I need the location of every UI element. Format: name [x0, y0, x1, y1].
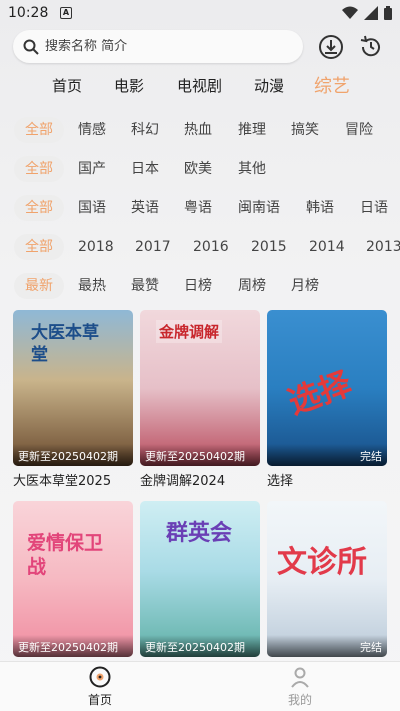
- nav-mine-label: 我的: [287, 693, 312, 707]
- filter-region: 全部 国产 日本 欧美 其他: [0, 156, 400, 184]
- download-icon[interactable]: [318, 34, 344, 60]
- card-title: 选择: [267, 474, 294, 489]
- chip-year[interactable]: 2015: [251, 234, 287, 260]
- chip-language-all[interactable]: 全部: [14, 195, 64, 221]
- tab-tv[interactable]: 电视剧: [177, 75, 222, 96]
- update-badge: 更新至20250402期: [13, 444, 133, 466]
- poster-image: 群英会 更新至20250402期: [140, 501, 260, 657]
- chip-sort[interactable]: 最赞: [131, 273, 159, 299]
- chip-region-all[interactable]: 全部: [14, 156, 64, 182]
- chip-language[interactable]: 国语: [78, 195, 106, 221]
- update-badge: 更新至20250402期: [140, 635, 260, 657]
- chip-genre[interactable]: 搞笑: [291, 117, 319, 143]
- chip-year[interactable]: 2014: [309, 234, 345, 260]
- status-bar: 10:28 A: [0, 0, 400, 28]
- poster-title-art: 金牌调解: [156, 320, 223, 343]
- poster-title-art: 文诊所: [277, 545, 367, 580]
- video-card[interactable]: 群英会 更新至20250402期: [140, 501, 260, 657]
- chip-year[interactable]: 2013: [366, 234, 400, 260]
- chip-genre[interactable]: 情感: [78, 117, 106, 143]
- card-title: 金牌调解2024: [140, 474, 226, 489]
- chip-genre[interactable]: 冒险: [345, 117, 373, 143]
- tab-anime[interactable]: 动漫: [254, 75, 284, 96]
- chip-region[interactable]: 欧美: [184, 156, 212, 182]
- chip-language[interactable]: 粤语: [184, 195, 212, 221]
- video-card[interactable]: 选择 完结 选择: [267, 310, 387, 489]
- video-card[interactable]: 大医本草堂 更新至20250402期 大医本草堂2025: [13, 310, 133, 489]
- poster-title-art: 大医本草堂: [31, 323, 99, 365]
- chip-year[interactable]: 2018: [78, 234, 114, 260]
- poster-title-art: 群英会: [166, 520, 233, 546]
- poster-image: 金牌调解 更新至20250402期: [140, 310, 260, 466]
- battery-icon: [384, 6, 392, 20]
- status-time: 10:28: [8, 5, 49, 21]
- chip-sort[interactable]: 日榜: [184, 273, 212, 299]
- chip-language[interactable]: 韩语: [306, 195, 334, 221]
- filter-language: 全部 国语 英语 粤语 闽南语 韩语 日语: [0, 195, 400, 223]
- nav-mine[interactable]: 我的: [270, 666, 330, 708]
- filter-genre: 全部 情感 科幻 热血 推理 搞笑 冒险: [0, 117, 400, 145]
- chip-year-all[interactable]: 全部: [14, 234, 64, 260]
- home-gamepad-icon: [89, 666, 111, 688]
- chip-sort[interactable]: 月榜: [291, 273, 319, 299]
- nav-home-label: 首页: [87, 693, 112, 707]
- video-card[interactable]: 文诊所 完结: [267, 501, 387, 657]
- signal-icon: [364, 6, 378, 20]
- main-tabs: 首页 电影 电视剧 动漫 综艺: [0, 75, 400, 101]
- poster-image: 选择 完结: [267, 310, 387, 466]
- chip-region[interactable]: 其他: [238, 156, 266, 182]
- update-badge: 更新至20250402期: [140, 444, 260, 466]
- chip-year[interactable]: 2017: [135, 234, 171, 260]
- history-icon[interactable]: [358, 34, 384, 60]
- chip-sort-latest[interactable]: 最新: [14, 273, 64, 299]
- video-card[interactable]: 爱情保卫战 更新至20250402期: [13, 501, 133, 657]
- update-badge: 更新至20250402期: [13, 635, 133, 657]
- chip-language[interactable]: 日语: [360, 195, 388, 221]
- status-badge: 完结: [267, 635, 387, 657]
- poster-title-art: 爱情保卫战: [27, 532, 104, 578]
- tab-variety[interactable]: 综艺: [314, 72, 350, 98]
- filter-sort: 最新 最热 最赞 日榜 周榜 月榜: [0, 273, 400, 301]
- chip-language[interactable]: 闽南语: [238, 195, 280, 221]
- search-input[interactable]: [45, 39, 275, 54]
- search-bar[interactable]: [13, 30, 303, 63]
- chip-sort[interactable]: 最热: [78, 273, 106, 299]
- chip-sort[interactable]: 周榜: [238, 273, 266, 299]
- nav-home[interactable]: 首页: [70, 666, 130, 708]
- chip-region[interactable]: 国产: [78, 156, 106, 182]
- card-title: 大医本草堂2025: [13, 474, 112, 489]
- poster-image: 大医本草堂 更新至20250402期: [13, 310, 133, 466]
- user-icon: [291, 667, 309, 688]
- poster-image: 爱情保卫战 更新至20250402期: [13, 501, 133, 657]
- status-icons: [342, 6, 392, 20]
- status-badge: 完结: [267, 444, 387, 466]
- poster-title-art: 选择: [283, 364, 357, 422]
- poster-image: 文诊所 完结: [267, 501, 387, 657]
- tab-movie[interactable]: 电影: [114, 75, 144, 96]
- search-icon: [23, 39, 39, 55]
- filter-year: 全部 2018 2017 2016 2015 2014 2013: [0, 234, 400, 262]
- bottom-nav: 首页 我的: [0, 661, 400, 711]
- chip-region[interactable]: 日本: [131, 156, 159, 182]
- tab-home[interactable]: 首页: [52, 75, 82, 96]
- video-card[interactable]: 金牌调解 更新至20250402期 金牌调解2024: [140, 310, 260, 489]
- chip-genre[interactable]: 热血: [184, 117, 212, 143]
- chip-genre[interactable]: 科幻: [131, 117, 159, 143]
- wifi-icon: [342, 6, 358, 19]
- chip-year[interactable]: 2016: [193, 234, 229, 260]
- notification-icon: A: [60, 7, 72, 19]
- chip-language[interactable]: 英语: [131, 195, 159, 221]
- chip-genre-all[interactable]: 全部: [14, 117, 64, 143]
- chip-genre[interactable]: 推理: [238, 117, 266, 143]
